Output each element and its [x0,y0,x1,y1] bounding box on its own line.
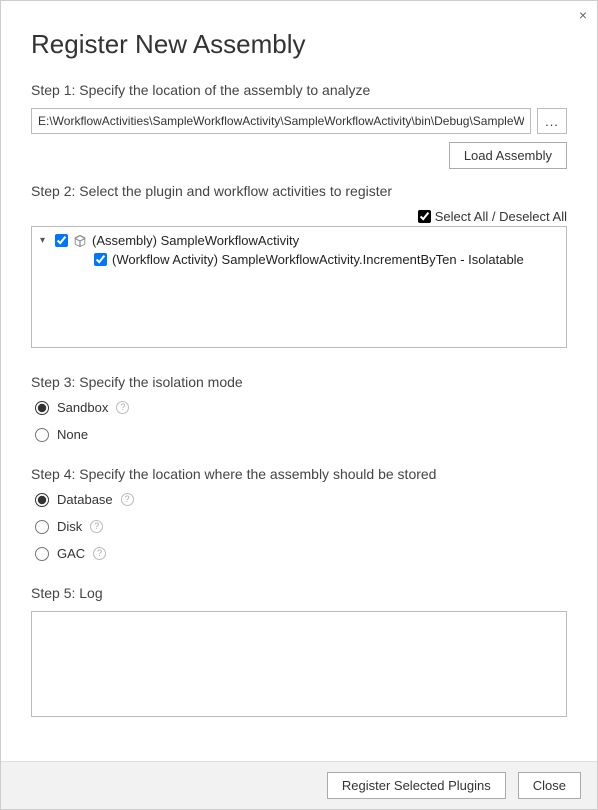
register-selected-plugins-button[interactable]: Register Selected Plugins [327,772,506,799]
none-radio[interactable] [35,428,49,442]
tree-activity-label: (Workflow Activity) SampleWorkflowActivi… [112,252,524,267]
radio-row-sandbox[interactable]: Sandbox ? [35,400,567,415]
step2-label: Step 2: Select the plugin and workflow a… [31,183,567,199]
path-row: ... [31,108,567,134]
package-icon [73,234,87,248]
help-icon[interactable]: ? [116,401,129,414]
page-title: Register New Assembly [31,29,567,60]
step4-label: Step 4: Specify the location where the a… [31,466,567,482]
radio-row-disk[interactable]: Disk ? [35,519,567,534]
help-icon[interactable]: ? [121,493,134,506]
activity-tree[interactable]: ▾ (Assembly) SampleWorkflowActivity (Wor… [31,226,567,348]
expand-icon[interactable]: ▾ [40,235,50,246]
footer-bar: Register Selected Plugins Close [1,761,597,809]
help-icon[interactable]: ? [93,547,106,560]
tree-assembly-label: (Assembly) SampleWorkflowActivity [92,233,299,248]
gac-radio[interactable] [35,547,49,561]
log-textarea[interactable] [31,611,567,717]
disk-label: Disk [57,519,82,534]
load-assembly-button[interactable]: Load Assembly [449,142,567,169]
radio-row-database[interactable]: Database ? [35,492,567,507]
radio-row-none[interactable]: None [35,427,567,442]
select-all-label: Select All / Deselect All [435,209,567,224]
step3-label: Step 3: Specify the isolation mode [31,374,567,390]
storage-radio-group: Database ? Disk ? GAC ? [35,492,567,561]
none-label: None [57,427,88,442]
close-icon[interactable]: × [579,7,587,23]
gac-label: GAC [57,546,85,561]
database-label: Database [57,492,113,507]
activity-checkbox[interactable] [94,253,107,266]
help-icon[interactable]: ? [90,520,103,533]
assembly-path-input[interactable] [31,108,531,134]
browse-button[interactable]: ... [537,108,567,134]
sandbox-radio[interactable] [35,401,49,415]
radio-row-gac[interactable]: GAC ? [35,546,567,561]
database-radio[interactable] [35,493,49,507]
assembly-checkbox[interactable] [55,234,68,247]
close-button[interactable]: Close [518,772,581,799]
isolation-radio-group: Sandbox ? None [35,400,567,442]
disk-radio[interactable] [35,520,49,534]
step1-label: Step 1: Specify the location of the asse… [31,82,567,98]
tree-row-activity[interactable]: (Workflow Activity) SampleWorkflowActivi… [40,252,558,267]
select-all-row: Select All / Deselect All [31,209,567,224]
step5-label: Step 5: Log [31,585,567,601]
dialog-body: Register New Assembly Step 1: Specify th… [1,1,597,717]
select-all-checkbox[interactable] [418,210,431,223]
tree-row-assembly[interactable]: ▾ (Assembly) SampleWorkflowActivity [40,233,558,248]
sandbox-label: Sandbox [57,400,108,415]
